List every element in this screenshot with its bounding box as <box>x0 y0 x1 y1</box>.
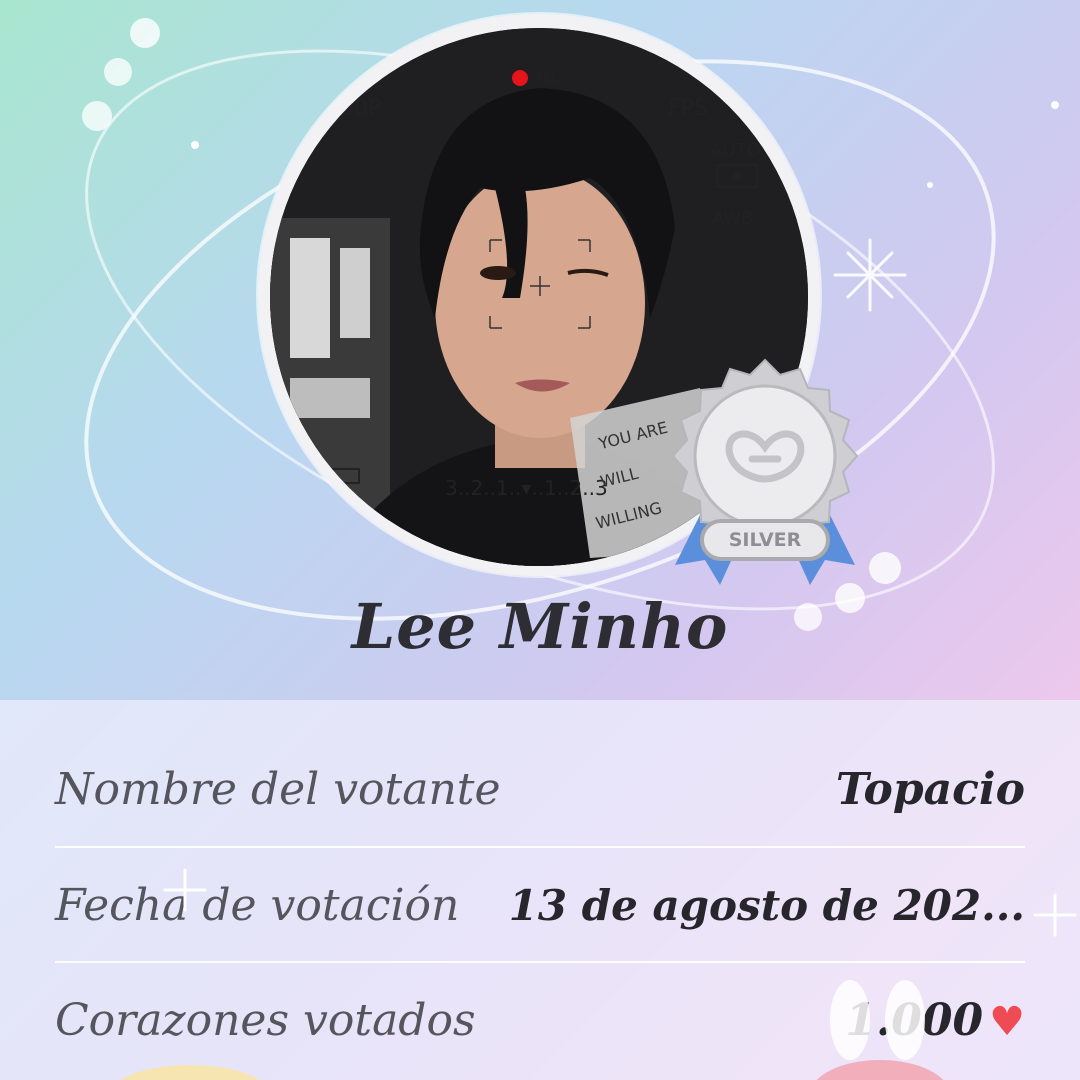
voter-label: Nombre del votante <box>55 764 501 815</box>
voter-row: Nombre del votante Topacio <box>55 732 1025 847</box>
hearts-value-group: 1.000 ♥ <box>845 995 1025 1046</box>
heart-icon: ♥ <box>989 998 1025 1045</box>
hero-section: REC 1080P FPS AUTO AWB 3..2..1..▾..1..2.… <box>0 0 1080 700</box>
silver-badge: SILVER <box>660 355 870 590</box>
date-value: 13 de agosto de 202... <box>508 881 1025 930</box>
sparkle-icon <box>833 238 907 312</box>
idol-name: Lee Minho <box>351 590 729 663</box>
date-row: Fecha de votación 13 de agosto de 202... <box>55 848 1025 963</box>
date-label: Fecha de votación <box>55 880 460 931</box>
hearts-row: Corazones votados 1.000 ♥ <box>55 963 1025 1078</box>
vote-certificate: REC 1080P FPS AUTO AWB 3..2..1..▾..1..2.… <box>0 0 1080 1080</box>
silver-medal-icon <box>671 358 859 585</box>
badge-label: SILVER <box>728 529 802 551</box>
hearts-label: Corazones votados <box>55 995 476 1046</box>
voter-value: Topacio <box>835 764 1025 815</box>
vote-info-panel: Nombre del votante Topacio Fecha de vota… <box>0 700 1080 1080</box>
hearts-value: 1.000 <box>845 995 984 1046</box>
